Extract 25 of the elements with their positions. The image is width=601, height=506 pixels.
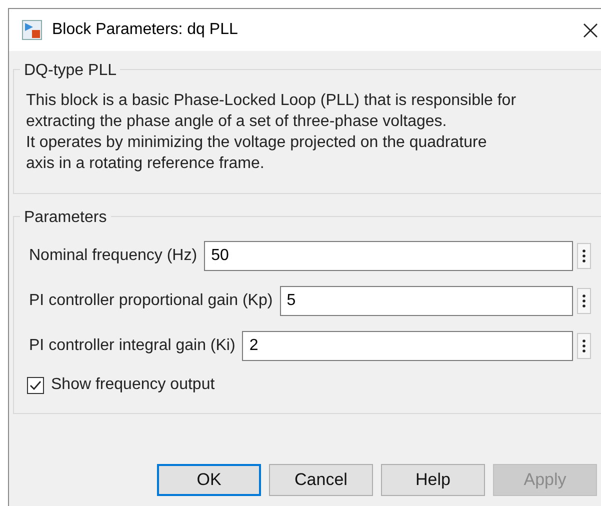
input-field[interactable]: 50: [204, 241, 573, 271]
window-title: Block Parameters: dq PLL: [52, 20, 238, 40]
more-options-button[interactable]: [577, 333, 591, 359]
input-field[interactable]: 5: [280, 286, 573, 316]
vertical-dots-icon: [582, 294, 586, 308]
input-field[interactable]: 2: [242, 331, 573, 361]
description-text: This block is a basic Phase-Locked Loop (PLL) that is responsible for: [26, 91, 516, 111]
field-label: PI controller integral gain (Ki): [29, 336, 236, 356]
description-text: extracting the phase angle of a set of three-phase voltages.: [26, 112, 447, 132]
close-icon[interactable]: [583, 23, 598, 38]
field-label: PI controller proportional gain (Kp): [29, 291, 273, 311]
dialog-button[interactable]: OK: [157, 464, 261, 496]
field-label: Nominal frequency (Hz): [29, 246, 198, 266]
description-text: It operates by minimizing the voltage projected on the quadrature: [26, 133, 487, 153]
description-text: axis in a rotating reference frame.: [26, 154, 264, 174]
checkbox-label[interactable]: Show frequency output: [51, 373, 215, 397]
checkmark-icon: [29, 378, 42, 392]
block-icon: [22, 20, 42, 40]
checkbox[interactable]: [27, 376, 44, 394]
vertical-dots-icon: [582, 339, 586, 353]
more-options-button[interactable]: [577, 243, 591, 269]
dialog-button[interactable]: Cancel: [269, 464, 373, 496]
dialog-button[interactable]: Help: [381, 464, 485, 496]
more-options-button[interactable]: [577, 288, 591, 314]
vertical-dots-icon: [582, 249, 586, 263]
